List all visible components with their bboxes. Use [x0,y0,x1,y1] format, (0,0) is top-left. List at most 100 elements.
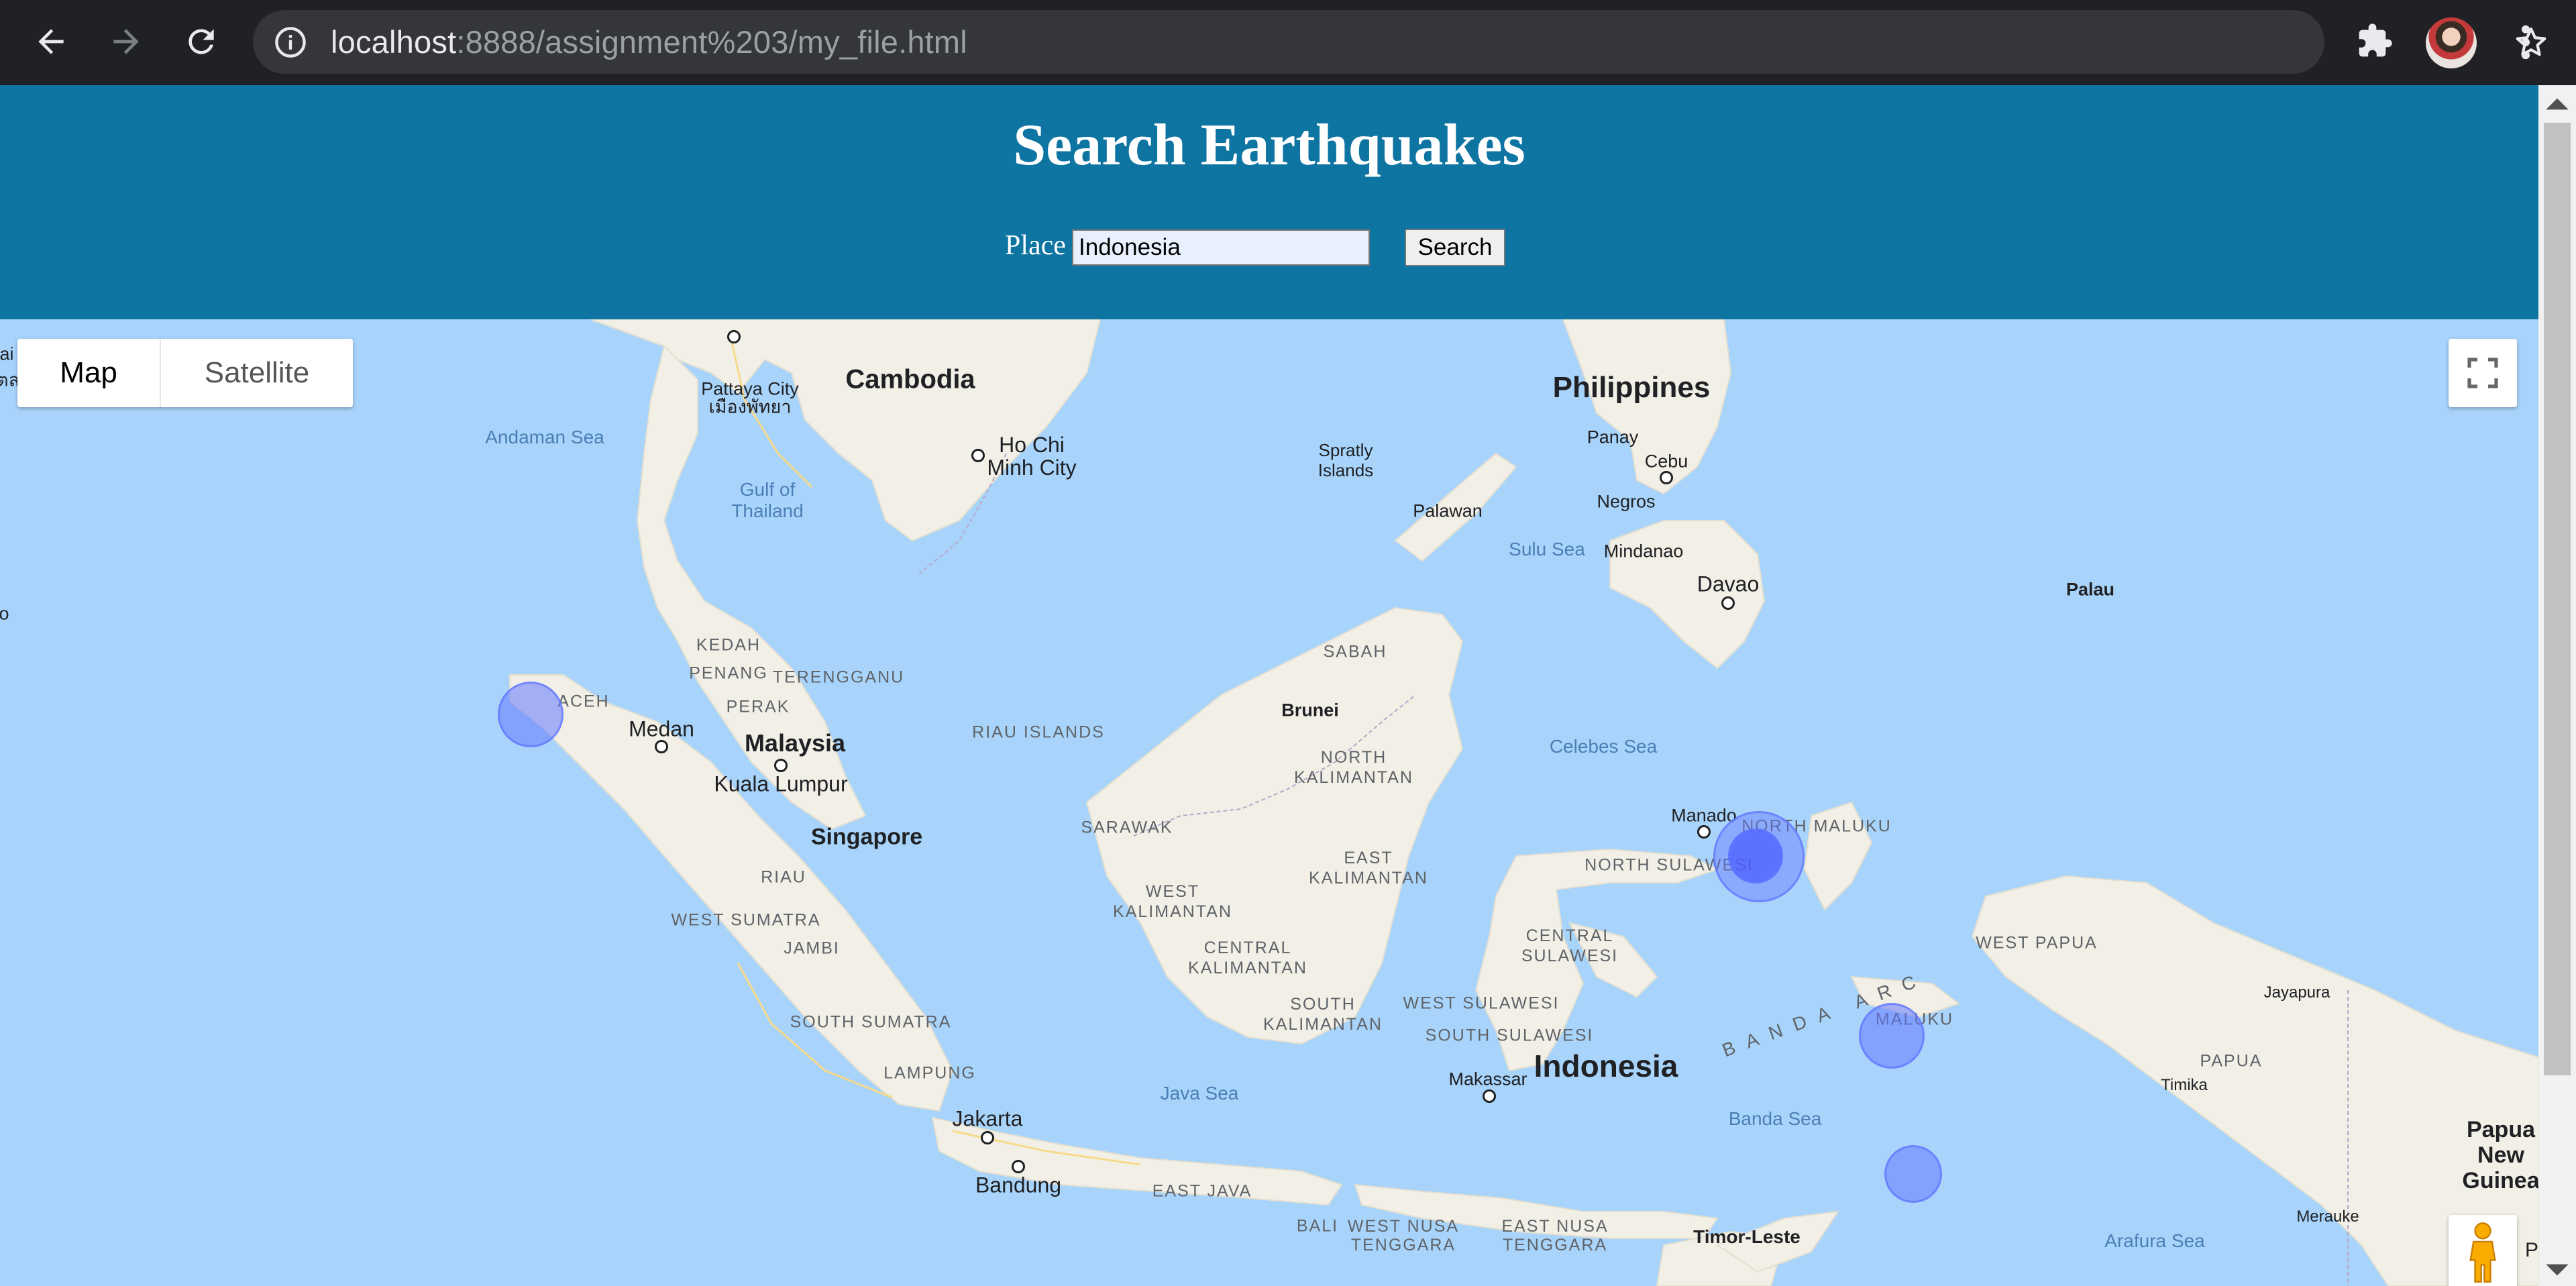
reload-button[interactable] [174,15,228,68]
city-dot [774,759,788,772]
label-cambodia: Cambodia [845,364,975,394]
label-timika: Timika [2161,1076,2208,1094]
label-jakarta: Jakarta [952,1106,1023,1131]
label-edge-left-1: ai [0,343,14,364]
place-label: Place [1005,230,1066,261]
reload-icon [189,29,214,54]
label-panay: Panay [1587,427,1639,447]
label-brunei: Brunei [1281,700,1339,720]
fullscreen-icon [2467,358,2498,388]
page-title: Search Earthquakes [1013,113,1525,178]
scrollbar-thumb[interactable] [2544,123,2571,1075]
label-arafura-sea: Arafura Sea [2104,1230,2205,1251]
puzzle-icon[interactable] [2356,22,2394,60]
url-path: :8888/assignment%203/my_file.html [456,24,967,60]
label-sarawak: SARAWAK [1081,818,1173,837]
city-dot [727,330,741,343]
map-type-control: Map Satellite [17,339,353,407]
street-view-pegman-button[interactable] [2449,1215,2517,1286]
label-negros: Negros [1597,491,1656,512]
label-ho-chi-minh: Ho Chi Minh City [987,433,1077,480]
label-gulf-of-thailand: Gulf of Thailand [731,479,804,521]
label-cebu: Cebu [1644,451,1688,472]
city-dot [981,1131,994,1144]
label-west-nusa-tenggara: WEST NUSA TENGGARA [1347,1217,1460,1254]
forward-button[interactable] [99,15,153,68]
label-aceh: ACEH [557,692,610,711]
scroll-down-arrow-icon[interactable] [2538,1256,2576,1283]
label-lampung: LAMPUNG [883,1063,976,1083]
label-davao: Davao [1697,572,1760,596]
label-sabah: SABAH [1323,642,1387,661]
label-east-java: EAST JAVA [1152,1181,1252,1201]
map-type-map-button[interactable]: Map [17,339,161,407]
label-kuala-lumpur: Kuala Lumpur [714,771,848,796]
url-text[interactable]: localhost:8888/assignment%203/my_file.ht… [331,25,967,60]
address-bar[interactable]: localhost:8888/assignment%203/my_file.ht… [253,10,2546,74]
city-dot [655,740,668,753]
map-type-satellite-button[interactable]: Satellite [161,339,353,407]
label-south-sulawesi: SOUTH SULAWESI [1425,1026,1594,1045]
label-pattaya-thai: เมืองพัทยา [708,396,792,417]
arrow-right-icon [113,29,139,54]
label-south-kalimantan: SOUTH KALIMANTAN [1263,995,1383,1034]
label-philippines: Philippines [1552,371,1711,404]
label-bali: BALI [1296,1216,1339,1236]
city-dot [1697,825,1711,839]
label-malaysia: Malaysia [744,729,846,757]
fullscreen-button[interactable] [2449,339,2517,407]
label-papua-new-guinea: Papua New Guinea [2462,1117,2538,1193]
label-north-kalimantan: NORTH KALIMANTAN [1294,748,1413,787]
page-header: Search Earthquakes Place Search [0,85,2538,319]
earthquake-marker[interactable] [1859,1003,1925,1069]
label-indonesia: Indonesia [1534,1049,1678,1083]
label-edge-left-3: o [0,603,9,624]
page-scrollbar[interactable] [2538,85,2576,1286]
label-central-kalimantan: CENTRAL KALIMANTAN [1188,939,1307,977]
label-west-sulawesi: WEST SULAWESI [1403,994,1560,1013]
city-dot [1483,1089,1496,1103]
label-west-sumatra: WEST SUMATRA [671,910,821,930]
arrow-left-icon [38,29,64,54]
label-west-kalimantan: WEST KALIMANTAN [1113,882,1232,921]
city-dot [971,449,985,462]
search-button[interactable]: Search [1405,229,1505,266]
label-central-sulawesi: CENTRAL SULAWESI [1521,926,1619,965]
map-canvas[interactable]: Cambodia Philippines Malaysia Indonesia … [0,319,2538,1286]
label-singapore: Singapore [810,824,923,850]
label-terengganu: TERENGGANU [772,667,905,687]
label-edge-right: P [2524,1239,2538,1261]
back-button[interactable] [24,15,78,68]
label-east-kalimantan: EAST KALIMANTAN [1309,849,1428,888]
info-icon[interactable] [273,25,308,60]
kebab-menu-icon[interactable] [2509,20,2542,64]
label-merauke: Merauke [2296,1208,2359,1226]
label-palawan: Palawan [1413,500,1483,521]
label-bandung: Bandung [975,1173,1062,1197]
avatar[interactable] [2426,17,2477,68]
map-basemap [509,319,2538,1286]
label-spratly-islands: Spratly Islands [1318,440,1374,480]
label-medan: Medan [629,716,694,741]
label-jayapura: Jayapura [2263,983,2330,1002]
label-timor-leste: Timor-Leste [1693,1226,1801,1247]
place-input[interactable] [1072,229,1370,266]
label-penang: PENANG [689,663,768,683]
browser-toolbar: localhost:8888/assignment%203/my_file.ht… [0,0,2576,85]
label-south-sumatra: SOUTH SUMATRA [790,1012,952,1032]
pegman-icon [2469,1222,2496,1283]
label-celebes-sea: Celebes Sea [1549,736,1658,757]
earthquake-marker[interactable] [1884,1145,1942,1203]
label-banda-sea: Banda Sea [1728,1108,1822,1129]
city-dot [1721,596,1735,610]
label-west-papua: WEST PAPUA [1976,933,2098,953]
label-riau: RIAU [761,867,806,887]
url-host: localhost [331,24,457,60]
label-mindanao: Mindanao [1603,541,1684,561]
earthquake-marker[interactable] [1728,828,1783,883]
earthquake-marker[interactable] [498,682,564,747]
label-east-nusa-tenggara: EAST NUSA TENGGARA [1501,1217,1609,1254]
label-java-sea: Java Sea [1160,1083,1239,1104]
label-makassar: Makassar [1448,1069,1527,1089]
scroll-up-arrow-icon[interactable] [2538,91,2576,117]
